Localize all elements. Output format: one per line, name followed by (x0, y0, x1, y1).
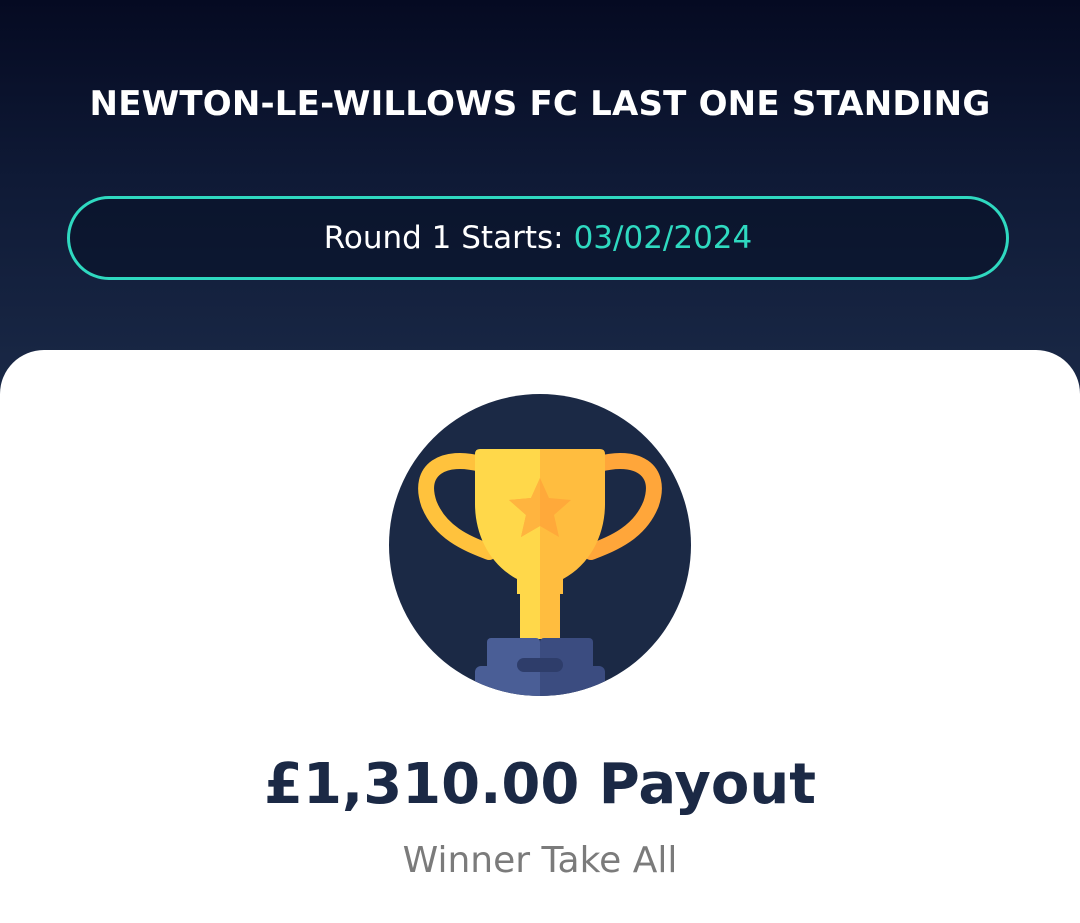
competition-screen: NEWTON-LE-WILLOWS FC LAST ONE STANDING R… (0, 0, 1080, 923)
round-start-date: 03/02/2024 (573, 220, 753, 256)
round-start-pill: Round 1 Starts: 03/02/2024 (67, 196, 1009, 280)
header: NEWTON-LE-WILLOWS FC LAST ONE STANDING R… (0, 0, 1080, 400)
payout-amount: £1,310.00 Payout (263, 752, 816, 817)
round-start-label: Round 1 Starts: (323, 220, 564, 256)
payout-type: Winner Take All (402, 840, 678, 881)
trophy-icon (389, 394, 691, 696)
competition-title: NEWTON-LE-WILLOWS FC LAST ONE STANDING (89, 84, 991, 124)
